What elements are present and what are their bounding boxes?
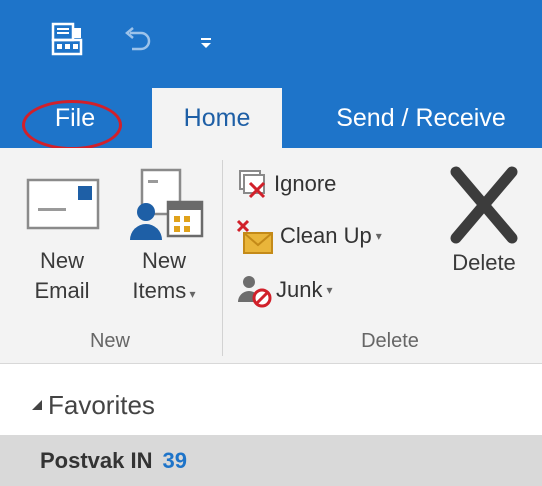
group-label-new: New bbox=[89, 330, 130, 352]
new-items-icon bbox=[124, 166, 208, 247]
group-separator bbox=[222, 160, 223, 356]
envelope-icon bbox=[26, 176, 102, 237]
tab-home[interactable]: Home bbox=[152, 88, 282, 148]
clean-up-label: Clean Up bbox=[280, 223, 372, 248]
tab-send-receive-label: Send / Receive bbox=[336, 103, 506, 132]
collapse-triangle-icon bbox=[30, 398, 44, 412]
new-email-label-line1: New bbox=[39, 248, 84, 273]
unread-count-badge: 39 bbox=[162, 447, 187, 473]
dropdown-arrow-icon: ▾ bbox=[186, 287, 196, 301]
delete-button[interactable]: Delete bbox=[436, 160, 532, 330]
new-items-label-line2: Items bbox=[132, 278, 187, 303]
junk-dropdown-icon: ▾ bbox=[326, 283, 333, 297]
new-email-label-line2: Email bbox=[34, 278, 90, 303]
clean-up-icon bbox=[236, 217, 276, 255]
folder-item-postvak-in[interactable]: Postvak IN 39 bbox=[0, 435, 542, 486]
ignore-button[interactable]: Ignore bbox=[236, 166, 336, 202]
new-items-label: New Items ▾ bbox=[114, 246, 214, 309]
new-email-button[interactable]: New Email bbox=[12, 160, 112, 330]
favorites-header[interactable]: Favorites bbox=[0, 380, 542, 430]
send-receive-all-icon[interactable] bbox=[50, 22, 84, 56]
new-items-label-line2-wrap: Items ▾ bbox=[114, 276, 214, 309]
postvak-in-label: Postvak IN bbox=[40, 447, 153, 473]
tab-send-receive[interactable]: Send / Receive bbox=[316, 88, 526, 148]
group-label-delete: Delete bbox=[361, 330, 419, 352]
new-items-button[interactable]: New Items ▾ bbox=[114, 160, 214, 330]
junk-icon bbox=[236, 272, 272, 308]
ignore-icon bbox=[236, 167, 270, 201]
new-email-label: New Email bbox=[12, 246, 112, 306]
favorites-label: Favorites bbox=[48, 389, 155, 420]
ignore-label: Ignore bbox=[274, 171, 337, 196]
clean-up-button[interactable]: Clean Up ▾ bbox=[236, 216, 382, 256]
delete-label: Delete bbox=[452, 250, 516, 275]
title-bar bbox=[0, 0, 542, 88]
customize-quick-access-icon[interactable] bbox=[196, 32, 216, 52]
tab-home-label: Home bbox=[183, 103, 251, 132]
delete-x-icon bbox=[446, 166, 522, 249]
new-items-label-line1: New bbox=[141, 248, 186, 273]
junk-button[interactable]: Junk ▾ bbox=[236, 270, 333, 310]
file-tab-highlight-ellipse bbox=[22, 100, 122, 150]
junk-label: Junk bbox=[276, 277, 323, 302]
clean-up-dropdown-icon: ▾ bbox=[375, 229, 382, 243]
undo-icon[interactable] bbox=[122, 27, 152, 53]
